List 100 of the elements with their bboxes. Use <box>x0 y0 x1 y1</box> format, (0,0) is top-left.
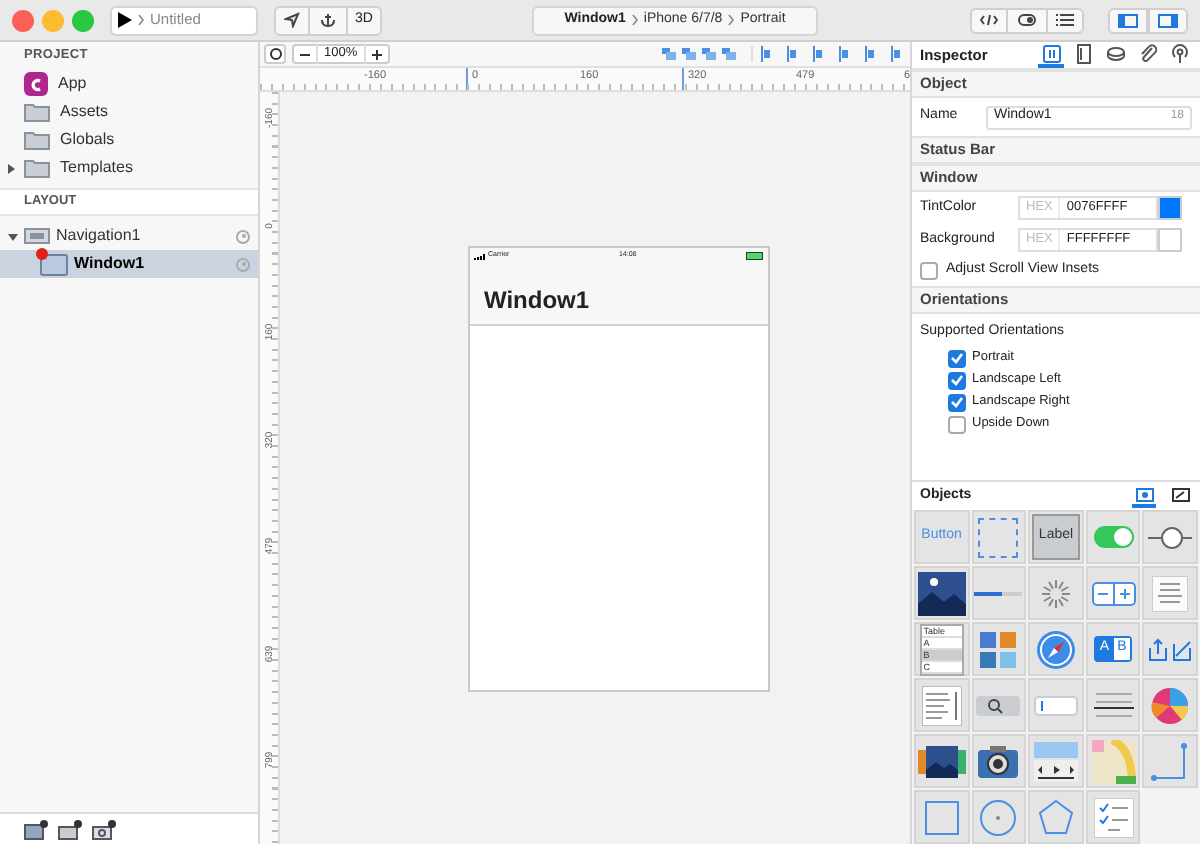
checklist-icon <box>1093 797 1134 837</box>
add-camera-icon[interactable] <box>92 819 116 839</box>
object-tile[interactable] <box>1142 510 1198 564</box>
plus-icon <box>371 49 382 59</box>
object-tile[interactable] <box>1142 734 1198 788</box>
object-tile[interactable] <box>1085 510 1141 564</box>
left-panel-button[interactable] <box>1108 7 1148 33</box>
landscape-image-icon <box>917 571 966 615</box>
chevron-icon <box>631 14 638 26</box>
chevron-icon <box>138 14 144 26</box>
view-icon <box>978 517 1019 557</box>
object-tile[interactable] <box>1028 566 1084 620</box>
project-item[interactable]: App <box>0 70 258 98</box>
checkbox[interactable] <box>948 371 966 389</box>
switch-icon <box>1093 526 1134 548</box>
object-tile[interactable] <box>1085 566 1141 620</box>
checkbox[interactable] <box>948 415 966 433</box>
project-item[interactable]: Templates <box>0 154 258 182</box>
list-button[interactable] <box>1046 7 1084 33</box>
object-tile[interactable] <box>1028 622 1084 676</box>
right-sidebar-icon <box>1158 13 1178 27</box>
slider-icon <box>1148 525 1193 549</box>
object-tile[interactable] <box>971 734 1027 788</box>
lasso-button[interactable] <box>264 44 286 64</box>
object-tile[interactable] <box>1142 566 1198 620</box>
navigation-icon <box>24 228 50 244</box>
toggle-icon <box>1018 14 1036 26</box>
folder-icon <box>24 130 50 150</box>
pentagon-icon <box>1035 797 1076 837</box>
layout-tree-item[interactable]: Window1 <box>0 250 258 278</box>
color-swatch[interactable] <box>1158 196 1182 220</box>
video-player-icon <box>1033 741 1078 781</box>
list-icon <box>1056 14 1074 26</box>
paperclip-icon <box>1137 43 1157 63</box>
project-item-label: Templates <box>60 156 133 180</box>
controllers-icon <box>1171 487 1189 501</box>
stepper-icon <box>1091 581 1136 605</box>
object-tile[interactable] <box>914 566 970 620</box>
right-panel-button[interactable] <box>1148 7 1188 33</box>
code-button[interactable] <box>970 7 1008 33</box>
error-badge <box>36 247 48 259</box>
object-tile[interactable] <box>971 622 1027 676</box>
layout-tree-item[interactable]: Navigation1 <box>0 222 258 250</box>
progress-bar-icon <box>974 589 1023 597</box>
object-tile[interactable] <box>914 734 970 788</box>
object-tile[interactable] <box>1085 790 1141 844</box>
object-tile[interactable] <box>971 790 1027 844</box>
disclosure-triangle-icon[interactable] <box>6 163 16 173</box>
app-icon <box>24 72 48 96</box>
object-tile[interactable] <box>914 790 970 844</box>
camera-icon <box>976 743 1021 779</box>
object-tile[interactable] <box>1028 734 1084 788</box>
anchor-button[interactable] <box>310 5 346 35</box>
object-tile[interactable] <box>971 678 1027 732</box>
tree-item-label: Window1 <box>74 252 147 276</box>
object-tile[interactable] <box>914 678 970 732</box>
object-tile[interactable] <box>1142 622 1198 676</box>
project-item[interactable]: Assets <box>0 98 258 126</box>
navigate-button[interactable] <box>274 5 310 35</box>
object-tile[interactable] <box>971 566 1027 620</box>
add-navigation-icon[interactable] <box>58 819 82 839</box>
image-grid-icon <box>978 629 1019 669</box>
search-icon <box>976 695 1021 715</box>
attributes-icon <box>1041 43 1061 63</box>
battery-icon <box>746 252 764 260</box>
alignment-tools-icon[interactable] <box>662 46 906 62</box>
disclosure-triangle-icon[interactable] <box>8 231 18 241</box>
toggle-button[interactable] <box>1008 7 1046 33</box>
tree-item-label: Navigation1 <box>56 224 143 248</box>
pie-chart-icon <box>1150 685 1191 725</box>
add-window-icon[interactable] <box>24 819 48 839</box>
checkbox[interactable] <box>948 349 966 367</box>
play-icon <box>118 12 132 28</box>
project-item-label: Assets <box>60 100 109 124</box>
object-tile[interactable] <box>1085 678 1141 732</box>
broadcast-icon <box>1169 43 1189 63</box>
checkbox[interactable] <box>920 262 938 280</box>
window-control-button[interactable] <box>12 9 34 31</box>
object-tile[interactable] <box>971 510 1027 564</box>
checkbox[interactable] <box>948 393 966 411</box>
page-view-icon <box>917 743 966 779</box>
rectangle-icon <box>921 797 962 837</box>
project-item-label: App <box>58 72 87 96</box>
project-item[interactable]: Globals <box>0 126 258 154</box>
object-tile[interactable] <box>1028 678 1084 732</box>
spinner-icon <box>1039 577 1072 609</box>
date-picker-icon <box>1091 687 1136 723</box>
anchor-icon <box>320 12 336 28</box>
minus-icon <box>300 49 310 59</box>
color-swatch[interactable] <box>1158 228 1182 252</box>
line-icon <box>1150 741 1191 781</box>
location-arrow-icon <box>284 12 300 28</box>
object-tile[interactable] <box>1142 678 1198 732</box>
text-field-icon <box>1033 695 1078 715</box>
picker-icon <box>1152 575 1189 611</box>
inspector-tab[interactable] <box>1166 42 1192 68</box>
object-tile[interactable] <box>1085 734 1141 788</box>
map-icon <box>1091 739 1136 783</box>
object-tile[interactable] <box>1028 790 1084 844</box>
compass-icon <box>1035 629 1076 669</box>
